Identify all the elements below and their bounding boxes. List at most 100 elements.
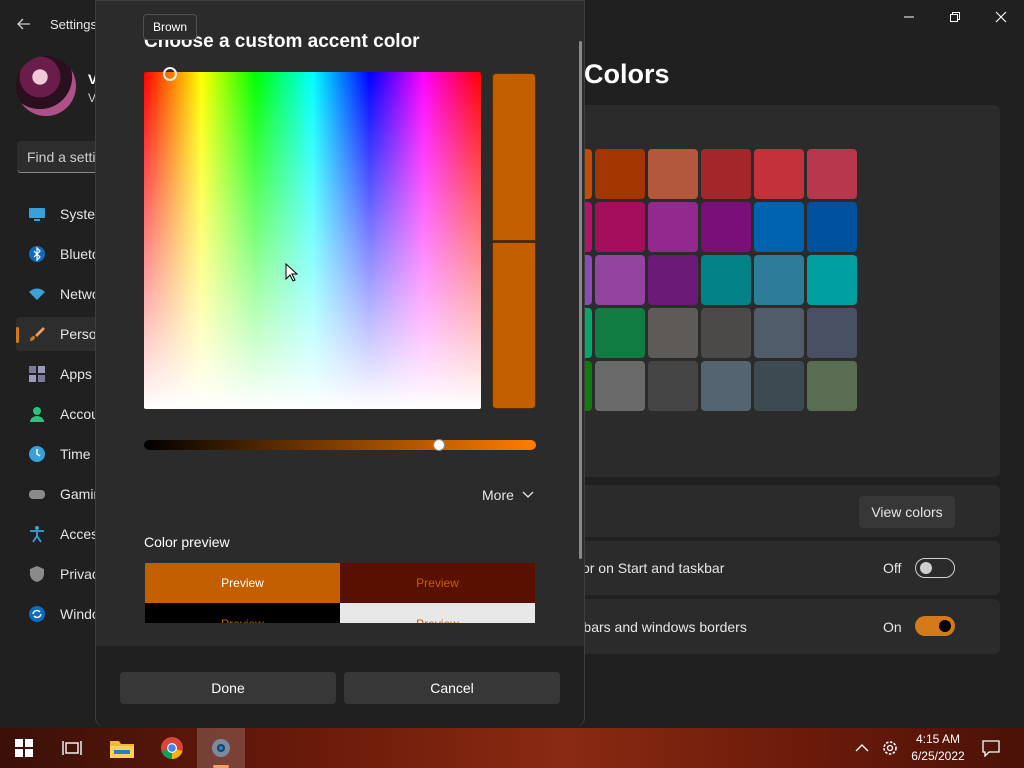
bluetooth-icon xyxy=(29,246,45,262)
color-preview-heading: Color preview xyxy=(144,534,230,550)
accessibility-icon xyxy=(30,526,44,543)
dialog-scrollbar[interactable] xyxy=(579,41,582,559)
accent-swatch[interactable] xyxy=(807,308,857,358)
accent-swatch[interactable] xyxy=(701,255,751,305)
settings-taskbar-button[interactable] xyxy=(197,728,245,768)
clock-date: 6/25/2022 xyxy=(911,749,965,763)
accent-swatch[interactable] xyxy=(754,202,804,252)
borders-accent-state: On xyxy=(883,619,902,635)
search-input[interactable]: Find a setting xyxy=(17,141,107,173)
brush-icon xyxy=(30,327,45,341)
time-icon xyxy=(29,446,45,462)
sidebar-item-network[interactable]: Network & internet xyxy=(16,277,106,311)
chevron-down-icon xyxy=(522,491,534,498)
sidebar-item-accounts[interactable]: Accounts xyxy=(16,397,106,431)
accent-swatch[interactable] xyxy=(595,255,645,305)
accounts-icon xyxy=(30,407,44,422)
view-colors-button[interactable]: View colors xyxy=(859,496,955,528)
accent-swatch[interactable] xyxy=(807,255,857,305)
page-title: Colors xyxy=(584,59,670,89)
toggle-knob xyxy=(920,562,932,574)
close-button[interactable] xyxy=(978,6,1024,28)
gaming-icon xyxy=(29,490,45,499)
done-button[interactable]: Done xyxy=(120,672,336,704)
clock-time: 4:15 AM xyxy=(915,732,961,746)
taskbar-accent-state: Off xyxy=(883,560,902,576)
sidebar-item-bluetooth[interactable]: Bluetooth & devices xyxy=(16,237,106,271)
more-button[interactable]: More xyxy=(482,487,534,503)
borders-accent-toggle[interactable] xyxy=(915,616,955,636)
desktop: Settings V V Find a setting System Bluet… xyxy=(0,0,1024,768)
taskbar-clock[interactable]: 4:15 AM 6/25/2022 xyxy=(908,731,968,765)
avatar[interactable] xyxy=(16,56,76,116)
restore-button[interactable] xyxy=(932,6,978,28)
minimize-icon xyxy=(904,16,914,18)
accent-swatch[interactable] xyxy=(648,255,698,305)
preview-cell: Preview xyxy=(340,603,535,623)
sidebar-item-time[interactable]: Time & language xyxy=(16,437,106,471)
selected-color-preview xyxy=(492,73,536,241)
brightness-slider[interactable] xyxy=(144,440,536,450)
system-tray-settings-button[interactable] xyxy=(866,728,914,768)
color-preview-grid: Preview Preview Preview Preview xyxy=(144,563,536,623)
back-arrow-icon[interactable] xyxy=(14,14,34,34)
accent-swatch[interactable] xyxy=(754,149,804,199)
start-button[interactable] xyxy=(0,728,48,768)
file-explorer-button[interactable] xyxy=(98,728,146,768)
accent-swatch[interactable] xyxy=(754,308,804,358)
shield-icon xyxy=(30,566,44,582)
accent-swatch[interactable] xyxy=(807,202,857,252)
cancel-button[interactable]: Cancel xyxy=(344,672,560,704)
windows-logo-icon xyxy=(15,739,33,757)
more-label: More xyxy=(482,487,514,503)
task-view-icon xyxy=(62,741,82,755)
taskbar-accent-toggle[interactable] xyxy=(915,558,955,578)
window-title: Settings xyxy=(50,17,97,32)
update-icon xyxy=(29,606,45,622)
gear-icon xyxy=(883,741,897,755)
accent-swatch[interactable] xyxy=(648,202,698,252)
accent-swatch[interactable] xyxy=(701,308,751,358)
accent-swatch[interactable] xyxy=(595,202,645,252)
notifications-button[interactable] xyxy=(968,728,1014,768)
preview-cell: Preview xyxy=(145,603,340,623)
close-icon xyxy=(995,11,1007,23)
accent-swatch[interactable] xyxy=(807,361,857,411)
brightness-slider-thumb[interactable] xyxy=(433,439,445,451)
sidebar-item-system[interactable]: System xyxy=(16,197,106,231)
task-view-button[interactable] xyxy=(48,728,96,768)
sidebar-item-windows-update[interactable]: Windows Update xyxy=(16,597,106,631)
preview-cell: Preview xyxy=(145,563,340,603)
sidebar-item-privacy[interactable]: Privacy & security xyxy=(16,557,106,591)
accent-swatch[interactable] xyxy=(648,149,698,199)
spectrum-picker-handle[interactable] xyxy=(163,67,177,81)
preview-cell: Preview xyxy=(340,563,535,603)
sidebar-item-gaming[interactable]: Gaming xyxy=(16,477,106,511)
color-name-tooltip: Brown xyxy=(143,14,198,40)
sidebar-item-personalization[interactable]: Personalization xyxy=(16,317,106,351)
accent-swatch[interactable] xyxy=(701,361,751,411)
accent-swatch[interactable] xyxy=(701,202,751,252)
mouse-cursor-icon xyxy=(285,263,299,282)
accent-swatch[interactable] xyxy=(595,361,645,411)
accent-swatch[interactable] xyxy=(807,149,857,199)
custom-accent-dialog: Choose a custom accent color Brown More … xyxy=(95,0,585,726)
accent-swatch[interactable] xyxy=(754,361,804,411)
taskbar: 4:15 AM 6/25/2022 xyxy=(0,728,1024,768)
accent-swatch[interactable] xyxy=(701,149,751,199)
notification-icon xyxy=(982,740,1000,757)
sidebar-item-label: Apps xyxy=(60,366,92,382)
sidebar-item-accessibility[interactable]: Accessibility xyxy=(16,517,106,551)
chrome-button[interactable] xyxy=(148,728,196,768)
sidebar-item-apps[interactable]: Apps xyxy=(16,357,106,391)
accent-swatch[interactable] xyxy=(595,308,645,358)
color-spectrum[interactable] xyxy=(144,72,481,409)
accent-swatch[interactable] xyxy=(754,255,804,305)
minimize-button[interactable] xyxy=(886,6,932,28)
previous-color-preview xyxy=(492,242,536,409)
accent-swatch[interactable] xyxy=(648,361,698,411)
chrome-icon xyxy=(161,737,183,759)
accent-swatch[interactable] xyxy=(648,308,698,358)
restore-icon xyxy=(950,12,960,22)
accent-swatch[interactable] xyxy=(595,149,645,199)
